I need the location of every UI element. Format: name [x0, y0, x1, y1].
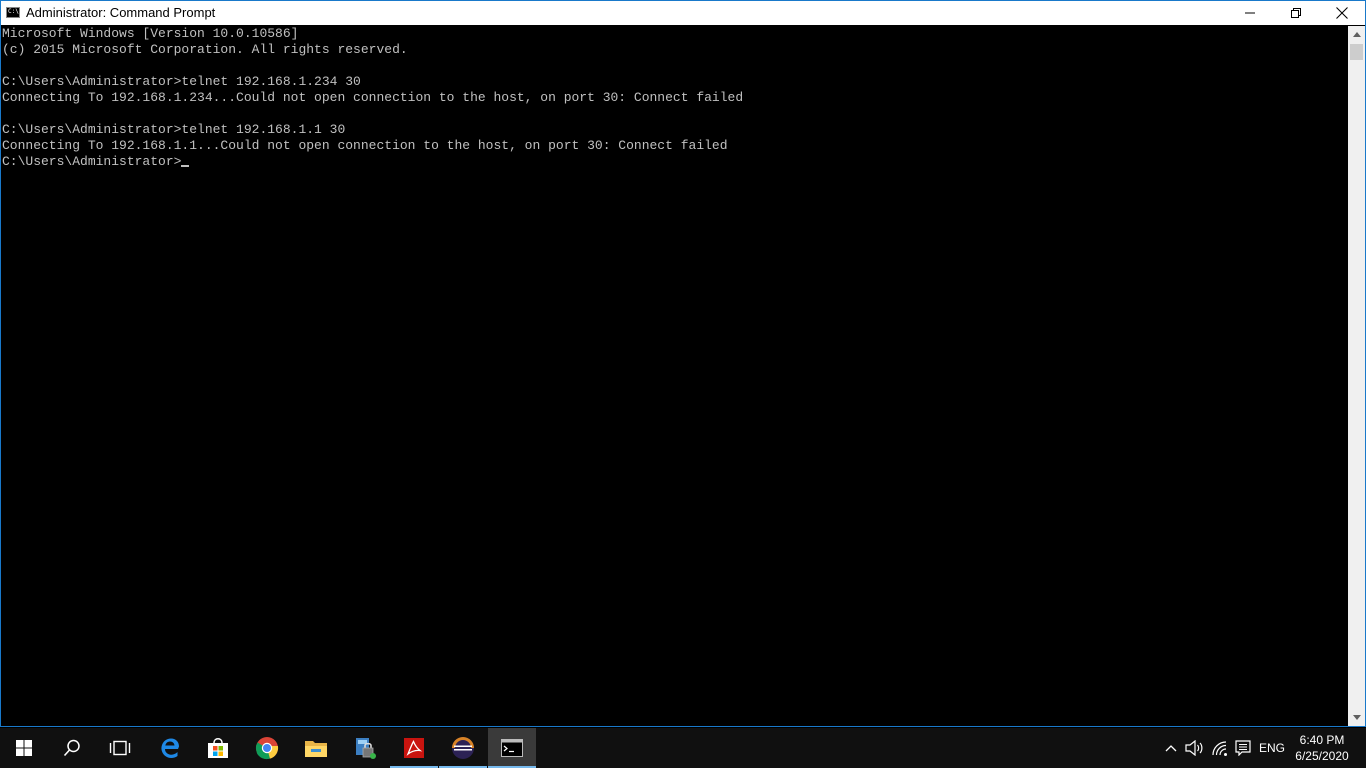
- acrobat-button[interactable]: [390, 728, 438, 768]
- cmd-icon: [501, 739, 523, 757]
- show-hidden-icons-button[interactable]: [1160, 728, 1182, 768]
- title-bar[interactable]: C:\ Administrator: Command Prompt: [1, 1, 1365, 25]
- start-button[interactable]: [0, 728, 48, 768]
- console-line: (c) 2015 Microsoft Corporation. All righ…: [2, 42, 408, 57]
- notification-icon: [1235, 740, 1251, 756]
- minimize-icon: [1245, 12, 1255, 14]
- language-indicator: ENG: [1258, 741, 1285, 755]
- console-line: C:\Users\Administrator>telnet 192.168.1.…: [2, 122, 346, 137]
- scroll-up-button[interactable]: [1348, 26, 1365, 43]
- command-prompt-taskbar-button[interactable]: [488, 728, 536, 768]
- acrobat-icon: [404, 738, 424, 758]
- close-icon: [1336, 7, 1348, 19]
- input-language-button[interactable]: ENG: [1256, 728, 1288, 768]
- prompt-text: C:\Users\Administrator>: [2, 154, 182, 169]
- lock-app-icon: [356, 738, 376, 759]
- console-output[interactable]: Microsoft Windows [Version 10.0.10586] (…: [2, 26, 1348, 726]
- command-prompt-window: C:\ Administrator: Command Prompt Micros…: [0, 0, 1366, 727]
- console-line: Connecting To 192.168.1.234...Could not …: [2, 90, 744, 105]
- clock-date: 6/25/2020: [1295, 749, 1349, 763]
- taskbar: ENG 6:40 PM 6/25/2020: [0, 728, 1366, 768]
- search-button[interactable]: [48, 728, 96, 768]
- task-view-icon: [109, 740, 131, 756]
- edge-button[interactable]: [146, 728, 194, 768]
- task-view-button[interactable]: [96, 728, 144, 768]
- folder-icon: [305, 741, 327, 757]
- file-explorer-button[interactable]: [292, 728, 340, 768]
- volume-button[interactable]: [1183, 728, 1207, 768]
- clock-time: 6:40 PM: [1299, 733, 1345, 747]
- chrome-button[interactable]: [243, 728, 291, 768]
- chrome-icon: [256, 737, 279, 760]
- eclipse-icon: [452, 737, 474, 759]
- volume-icon: [1185, 740, 1203, 756]
- edge-icon: [161, 738, 179, 758]
- action-center-button[interactable]: [1232, 728, 1254, 768]
- scroll-down-button[interactable]: [1348, 709, 1365, 726]
- close-button[interactable]: [1319, 1, 1365, 25]
- chevron-up-icon: [1165, 745, 1177, 752]
- eclipse-button[interactable]: [439, 728, 487, 768]
- wifi-icon: [1212, 741, 1227, 756]
- scroll-up-icon: [1352, 32, 1361, 37]
- security-app-button[interactable]: [341, 728, 389, 768]
- console-line: Microsoft Windows [Version 10.0.10586]: [2, 26, 299, 41]
- minimize-button[interactable]: [1227, 1, 1273, 25]
- network-button[interactable]: [1208, 728, 1232, 768]
- store-button[interactable]: [194, 728, 242, 768]
- cmd-app-icon[interactable]: C:\: [6, 7, 20, 18]
- restore-button[interactable]: [1273, 1, 1319, 25]
- store-icon: [208, 738, 228, 758]
- console-line: C:\Users\Administrator>telnet 192.168.1.…: [2, 74, 361, 89]
- clock[interactable]: 6:40 PM 6/25/2020: [1290, 732, 1354, 764]
- console-text: Microsoft Windows [Version 10.0.10586] (…: [2, 26, 1348, 154]
- prompt-line[interactable]: C:\Users\Administrator>: [2, 154, 1348, 170]
- console-line: Connecting To 192.168.1.1...Could not op…: [2, 138, 728, 153]
- window-title: Administrator: Command Prompt: [26, 5, 216, 20]
- restore-icon: [1291, 8, 1301, 18]
- search-icon: [63, 739, 80, 757]
- text-cursor: [181, 165, 190, 167]
- vertical-scrollbar[interactable]: [1348, 26, 1365, 726]
- windows-logo-icon: [16, 740, 32, 756]
- scroll-thumb[interactable]: [1350, 44, 1363, 60]
- scroll-down-icon: [1352, 715, 1361, 720]
